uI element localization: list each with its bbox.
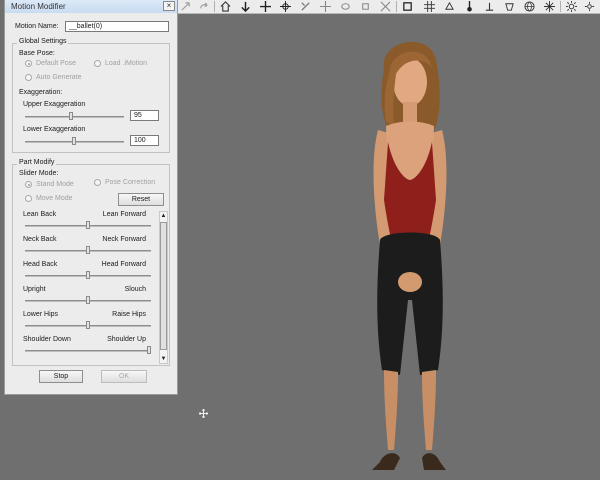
viewport-toolbar [178, 0, 600, 14]
arrow-icon[interactable] [178, 0, 192, 13]
hands [398, 272, 422, 292]
load-imotion-radio[interactable] [94, 60, 101, 67]
slider-right-label: Raise Hips [112, 311, 146, 318]
move-mode-radio[interactable] [25, 195, 32, 202]
part-slider-thumb[interactable] [86, 271, 90, 279]
slider-right-label: Neck Forward [102, 236, 146, 243]
part-slider-track [25, 350, 151, 352]
dialog-title: Motion Modifier [11, 2, 66, 11]
stand-mode-label: Stand Mode [36, 181, 74, 188]
right-sandal [422, 453, 446, 470]
upper-exaggeration-thumb[interactable] [69, 112, 73, 120]
left-sandal [372, 453, 400, 470]
part-slider-thumb[interactable] [147, 346, 151, 354]
settings-icon[interactable] [542, 0, 556, 13]
pan-icon[interactable] [318, 0, 332, 13]
zoom-icon[interactable] [298, 0, 312, 13]
slider-right-label: Head Forward [101, 261, 146, 268]
move-down-icon[interactable] [238, 0, 252, 13]
slider-left-label: Neck Back [23, 236, 57, 243]
exaggeration-label: Exaggeration: [19, 89, 63, 96]
default-pose-label: Default Pose [36, 60, 77, 67]
base-pose-label: Base Pose: [19, 50, 55, 57]
paint-icon[interactable] [442, 0, 456, 13]
slider-left-label: Lower Hips [23, 311, 59, 318]
part-modify-title: Part Modify [17, 159, 57, 166]
sphere-icon[interactable] [522, 0, 536, 13]
sun-small-icon[interactable] [582, 0, 596, 13]
home-icon[interactable] [218, 0, 232, 13]
sun-icon[interactable] [564, 0, 578, 13]
global-settings-title: Global Settings [17, 38, 69, 45]
slider-left-label: Head Back [23, 261, 58, 268]
close-button[interactable]: × [163, 1, 175, 11]
rotate-pivot-icon[interactable] [278, 0, 292, 13]
light-spot-icon[interactable] [502, 0, 516, 13]
slider-left-label: Lean Back [23, 211, 57, 218]
lower-exaggeration-label: Lower Exaggeration [23, 126, 86, 133]
move-mode-label: Move Mode [36, 195, 73, 202]
upper-exaggeration-track [25, 116, 124, 118]
redo-icon[interactable] [196, 0, 210, 13]
upper-exaggeration-field[interactable]: 95 [130, 110, 159, 121]
slider-right-label: Shoulder Up [107, 336, 146, 343]
scroll-down-arrow-icon[interactable]: ▼ [160, 355, 167, 363]
part-slider-thumb[interactable] [86, 221, 90, 229]
pose-correction-label: Pose Correction [105, 179, 156, 186]
default-pose-radio[interactable] [25, 60, 32, 67]
pose-correction-radio[interactable] [94, 179, 101, 186]
grid-icon[interactable] [422, 0, 436, 13]
motion-modifier-dialog: Motion Modifier × Motion Name: __ballet(… [4, 0, 178, 395]
motion-name-field[interactable]: __ballet(0) [65, 21, 169, 32]
ok-button[interactable]: OK [101, 370, 147, 383]
right-leg [422, 370, 436, 450]
load-imotion-label: Load .iMotion [105, 60, 148, 67]
scrollbar-thumb[interactable] [160, 222, 167, 350]
move-cursor-icon [199, 409, 208, 418]
stop-button[interactable]: Stop [39, 370, 83, 383]
light-point-icon[interactable] [482, 0, 496, 13]
character-model[interactable] [350, 30, 470, 480]
slider-right-label: Slouch [124, 286, 146, 293]
lower-exaggeration-field[interactable]: 100 [130, 135, 159, 146]
part-slider-thumb[interactable] [86, 321, 90, 329]
scroll-up-arrow-icon[interactable]: ▲ [160, 212, 167, 220]
slider-right-label: Lean Forward [102, 211, 146, 218]
part-slider-thumb[interactable] [86, 246, 90, 254]
part-sliders-scrollbar[interactable]: ▲ ▼ [159, 211, 168, 364]
orbit-icon[interactable] [338, 0, 352, 13]
rotate-icon[interactable] [358, 0, 372, 13]
slider-left-label: Shoulder Down [23, 336, 71, 343]
slider-mode-label: Slider Mode: [19, 170, 59, 177]
left-leg [384, 370, 398, 450]
stand-mode-radio[interactable] [25, 181, 32, 188]
reset-button[interactable]: Reset [118, 193, 164, 206]
auto-generate-label: Auto Generate [36, 74, 82, 81]
light-probe-icon[interactable] [462, 0, 476, 13]
move-cross-icon[interactable] [258, 0, 272, 13]
motion-name-label: Motion Name: [15, 23, 59, 30]
pants [377, 232, 443, 375]
lower-exaggeration-thumb[interactable] [72, 137, 76, 145]
auto-generate-radio[interactable] [25, 74, 32, 81]
neck [403, 102, 417, 124]
dialog-titlebar[interactable]: Motion Modifier × [5, 0, 177, 13]
frame-icon[interactable] [400, 0, 414, 13]
fit-icon[interactable] [378, 0, 392, 13]
upper-exaggeration-label: Upper Exaggeration [23, 101, 86, 108]
slider-left-label: Upright [23, 286, 46, 293]
part-slider-thumb[interactable] [86, 296, 90, 304]
